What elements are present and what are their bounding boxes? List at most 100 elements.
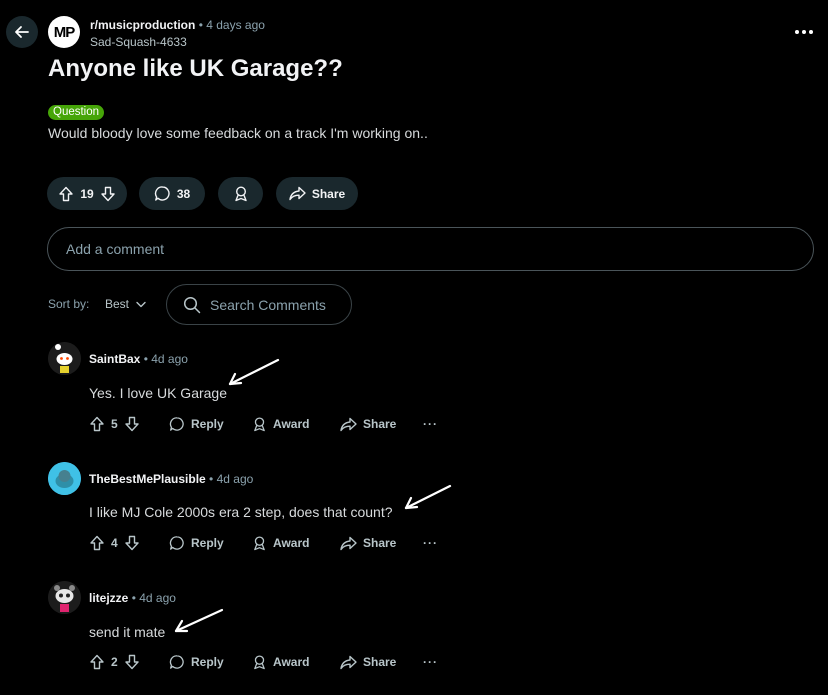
post-title: Anyone like UK Garage?? — [48, 55, 343, 82]
comment-avatar[interactable] — [48, 342, 81, 375]
add-comment-placeholder: Add a comment — [66, 241, 165, 257]
reply-button[interactable]: Reply — [169, 533, 224, 553]
post-author[interactable]: Sad-Squash-4633 — [90, 35, 187, 49]
search-comments-input[interactable]: Search Comments — [166, 284, 352, 325]
share-button[interactable]: Share — [276, 177, 358, 210]
comment-actions: 5 Reply Award Share ··· — [89, 414, 449, 434]
comment-age: 4d ago — [139, 591, 176, 605]
reply-label: Reply — [191, 655, 224, 669]
comment-text: send it mate — [89, 624, 166, 640]
comment-time: • 4d ago — [143, 352, 188, 366]
award-label: Award — [273, 655, 310, 669]
back-button[interactable] — [6, 16, 38, 48]
annotation-arrow — [228, 358, 280, 386]
award-icon — [254, 655, 265, 670]
comment-age: 4d ago — [216, 472, 254, 486]
ellipsis-dot — [809, 30, 813, 34]
comment-avatar[interactable] — [48, 581, 81, 614]
upvote-icon[interactable] — [58, 186, 74, 202]
comment-vote-count: 5 — [111, 417, 118, 431]
comment-username-line: litejzze • 4d ago — [89, 591, 176, 605]
downvote-icon[interactable] — [100, 186, 116, 202]
downvote-icon[interactable] — [124, 416, 140, 432]
comment-more-button[interactable]: ··· — [423, 652, 438, 672]
comment-avatar[interactable] — [48, 462, 81, 495]
share-arrow-icon — [340, 536, 357, 550]
award-button[interactable]: Award — [252, 414, 309, 434]
share-label: Share — [363, 417, 397, 431]
subreddit-link[interactable]: r/musicproduction — [90, 18, 195, 32]
comment-username[interactable]: SaintBax — [89, 352, 140, 366]
comment-vote: 4 — [89, 533, 140, 553]
subreddit-avatar[interactable]: MP — [48, 16, 80, 48]
comment-bubble-icon — [154, 186, 170, 201]
comment-text: Yes. I love UK Garage — [89, 385, 228, 401]
post-age: 4 days ago — [206, 18, 265, 32]
sort-dropdown[interactable]: Best — [105, 297, 146, 311]
comments-count: 38 — [176, 186, 191, 201]
vote-pill: 19 — [47, 177, 127, 210]
search-icon — [183, 296, 201, 313]
comment-username[interactable]: litejzze — [89, 591, 128, 605]
upvote-icon[interactable] — [89, 654, 105, 670]
comment-actions: 2 Reply Award Share ··· — [89, 652, 449, 672]
snoo-avatar-icon — [48, 342, 81, 375]
share-arrow-icon — [340, 417, 357, 431]
comment-vote-count: 2 — [111, 655, 118, 669]
award-label: Award — [273, 536, 310, 550]
comment-vote: 2 — [89, 652, 140, 672]
comment-actions: 4 Reply Award Share ··· — [89, 533, 449, 553]
comment-time: • 4d ago — [131, 591, 176, 605]
comment-bubble-icon — [169, 655, 184, 669]
reply-button[interactable]: Reply — [169, 414, 224, 434]
arrow-left-icon — [15, 26, 29, 38]
sort-value: Best — [105, 297, 130, 311]
upvote-icon[interactable] — [89, 535, 105, 551]
comment-username-line: SaintBax • 4d ago — [89, 352, 188, 366]
add-comment-input[interactable]: Add a comment — [47, 227, 814, 271]
snoo-avatar-icon — [48, 581, 81, 614]
share-label: Share — [363, 655, 397, 669]
annotation-arrow — [174, 608, 224, 633]
comment-username[interactable]: TheBestMePlausible — [89, 472, 206, 486]
comment-bubble-icon — [169, 536, 184, 550]
reply-label: Reply — [191, 536, 224, 550]
award-button[interactable]: Award — [252, 533, 309, 553]
share-button[interactable]: Share — [340, 652, 396, 672]
chevron-down-icon — [136, 301, 146, 307]
reply-label: Reply — [191, 417, 224, 431]
comment-vote-count: 4 — [111, 536, 118, 550]
ellipsis-icon — [795, 30, 799, 34]
award-label: Award — [273, 417, 310, 431]
upvote-icon[interactable] — [89, 416, 105, 432]
share-arrow-icon — [340, 655, 357, 669]
post-more-options-button[interactable] — [794, 24, 814, 40]
ellipsis-dot — [802, 30, 806, 34]
share-arrow-icon — [289, 186, 306, 201]
post-vote-count: 19 — [80, 186, 94, 201]
comment-username-line: TheBestMePlausible • 4d ago — [89, 472, 253, 486]
comment-vote: 5 — [89, 414, 140, 434]
post-body: Would bloody love some feedback on a tra… — [48, 125, 428, 141]
downvote-icon[interactable] — [124, 535, 140, 551]
subreddit-line: r/musicproduction • 4 days ago — [90, 18, 265, 32]
award-icon — [254, 536, 265, 551]
comments-button[interactable]: 38 — [139, 177, 205, 210]
comment-time: • 4d ago — [209, 472, 254, 486]
snoo-avatar-icon — [48, 462, 81, 495]
sort-label: Sort by: — [48, 297, 90, 311]
downvote-icon[interactable] — [124, 654, 140, 670]
comment-bubble-icon — [169, 417, 184, 431]
comment-text: I like MJ Cole 2000s era 2 step, does th… — [89, 504, 393, 520]
reply-button[interactable]: Reply — [169, 652, 224, 672]
comment-more-button[interactable]: ··· — [423, 414, 438, 434]
award-button[interactable]: Award — [252, 652, 309, 672]
award-icon — [234, 186, 247, 202]
comment-more-button[interactable]: ··· — [423, 533, 438, 553]
award-icon — [254, 417, 265, 432]
post-flair[interactable]: Question — [48, 105, 105, 120]
share-button[interactable]: Share — [340, 533, 396, 553]
award-button[interactable] — [218, 177, 263, 210]
share-button[interactable]: Share — [340, 414, 396, 434]
share-label: Share — [363, 536, 397, 550]
